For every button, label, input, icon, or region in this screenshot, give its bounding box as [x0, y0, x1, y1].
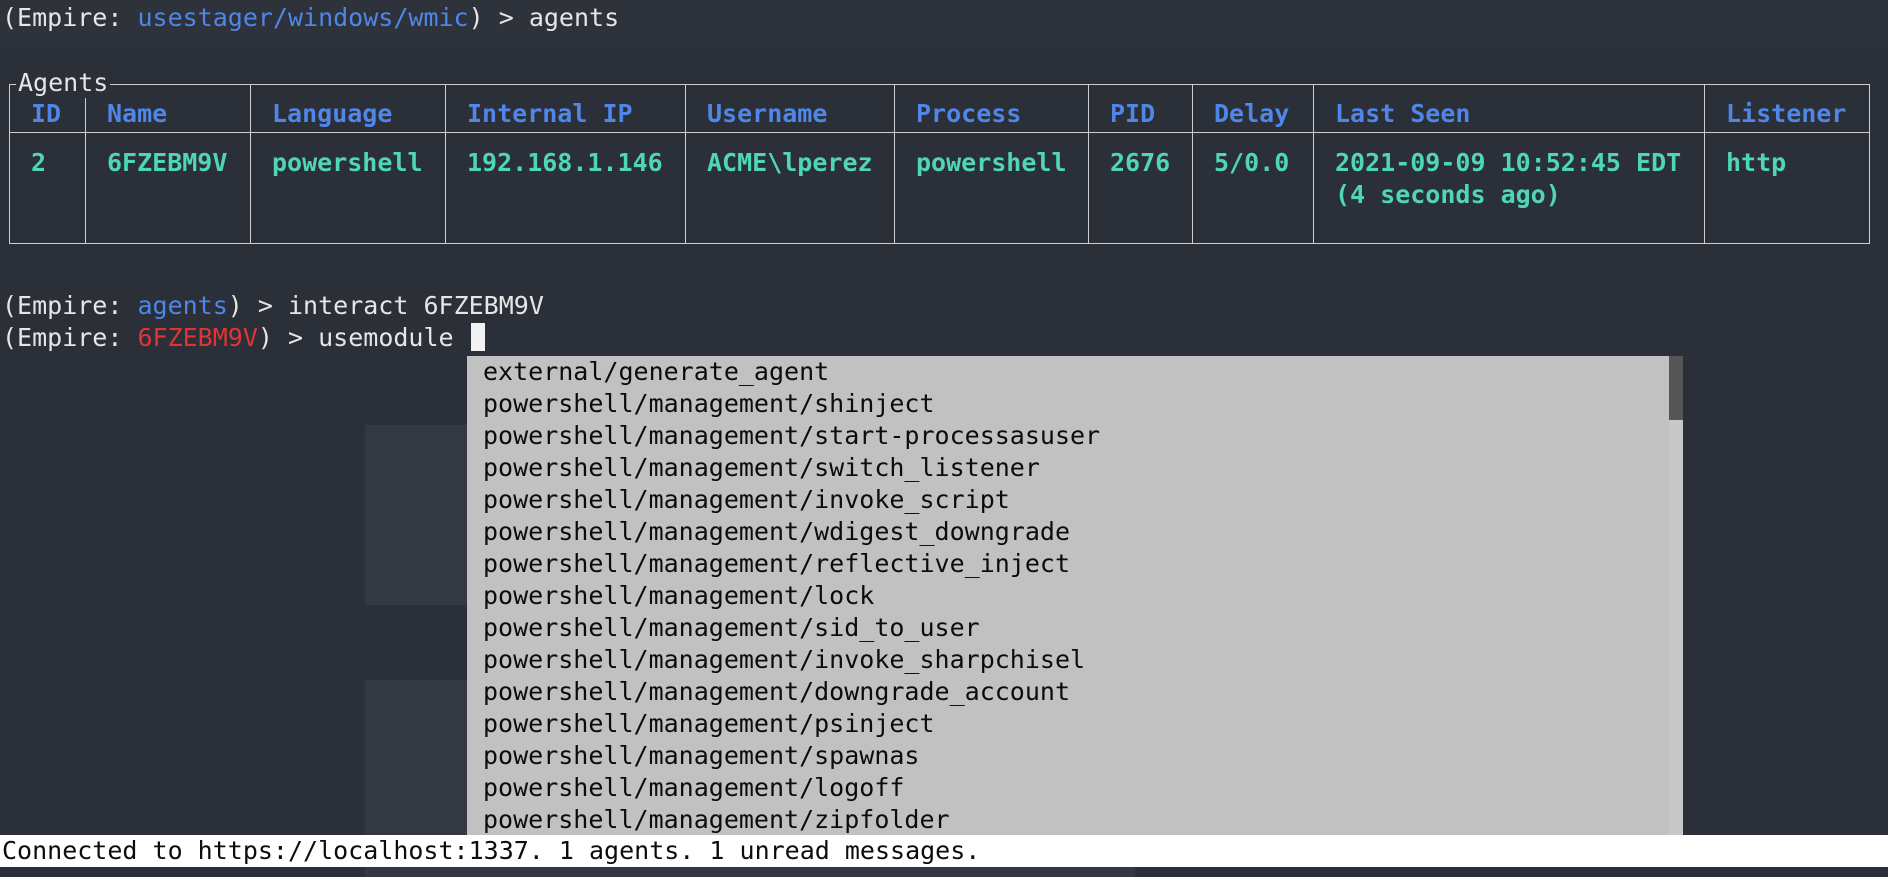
- status-bar: Connected to https://localhost:1337. 1 a…: [0, 835, 1888, 867]
- prompt-prefix: (Empire:: [2, 3, 138, 32]
- completion-item[interactable]: powershell/management/downgrade_account: [483, 676, 1070, 708]
- completion-scrollbar[interactable]: [1669, 356, 1683, 836]
- cell-internal-ip: 192.168.1.146: [445, 132, 686, 244]
- completion-item[interactable]: powershell/management/wdigest_downgrade: [483, 516, 1070, 548]
- prompt-command: agents: [528, 3, 620, 32]
- prompt-line-agents: (Empire: usestager/windows/wmic) > agent…: [2, 2, 619, 34]
- cell-id: 2: [9, 132, 86, 244]
- completion-item[interactable]: external/generate_agent: [483, 356, 829, 388]
- prompt-suffix: ) >: [257, 323, 319, 352]
- prompt-command: interact 6FZEBM9V: [288, 291, 544, 320]
- completion-item[interactable]: powershell/management/logoff: [483, 772, 904, 804]
- completion-item[interactable]: powershell/management/start-processasuse…: [483, 420, 1100, 452]
- prompt-prefix: (Empire:: [2, 291, 138, 320]
- cell-name: 6FZEBM9V: [85, 132, 251, 244]
- completion-item[interactable]: powershell/management/sid_to_user: [483, 612, 980, 644]
- prompt-suffix: ) >: [227, 291, 288, 320]
- completion-item[interactable]: powershell/management/lock: [483, 580, 874, 612]
- agents-table-title: Agents: [16, 68, 111, 98]
- completion-item[interactable]: powershell/management/invoke_sharpchisel: [483, 644, 1085, 676]
- header-listener: Listener: [1704, 84, 1870, 133]
- header-process: Process: [894, 84, 1089, 133]
- prompt-context-agent: 6FZEBM9V: [137, 323, 258, 352]
- header-internal-ip: Internal IP: [445, 84, 686, 133]
- status-text: Connected to https://localhost:1337. 1 a…: [2, 836, 981, 865]
- terminal-window[interactable]: (Empire: usestager/windows/wmic) > agent…: [0, 0, 1888, 877]
- header-pid: PID: [1088, 84, 1193, 133]
- cell-delay: 5/0.0: [1192, 132, 1314, 244]
- prompt-context: agents: [137, 291, 228, 320]
- prompt-line-usemodule[interactable]: (Empire: 6FZEBM9V) > usemodule: [2, 322, 485, 354]
- completion-item[interactable]: powershell/management/reflective_inject: [483, 548, 1070, 580]
- cell-process: powershell: [894, 132, 1089, 244]
- table-row: 2 6FZEBM9V powershell 192.168.1.146 ACME…: [9, 132, 1870, 244]
- completion-item[interactable]: powershell/management/zipfolder: [483, 804, 950, 836]
- completion-item[interactable]: powershell/management/psinject: [483, 708, 935, 740]
- prompt-suffix: ) >: [468, 3, 529, 32]
- completion-scrollbar-thumb[interactable]: [1669, 356, 1683, 420]
- completion-item[interactable]: powershell/management/switch_listener: [483, 452, 1040, 484]
- completion-item[interactable]: powershell/management/invoke_script: [483, 484, 1010, 516]
- cell-username: ACME\lperez: [685, 132, 895, 244]
- prompt-context: usestager/windows/wmic: [137, 3, 469, 32]
- cell-language: powershell: [250, 132, 446, 244]
- table-header-row: ID Name Language Internal IP Username Pr…: [9, 84, 1870, 133]
- completion-item[interactable]: powershell/management/shinject: [483, 388, 935, 420]
- prompt-line-interact: (Empire: agents) > interact 6FZEBM9V: [2, 290, 544, 322]
- completion-item[interactable]: powershell/management/spawnas: [483, 740, 920, 772]
- command-input[interactable]: usemodule: [318, 323, 469, 352]
- header-username: Username: [685, 84, 895, 133]
- text-cursor: [470, 323, 485, 351]
- cell-pid: 2676: [1088, 132, 1193, 244]
- autocomplete-menu[interactable]: external/generate_agent powershell/manag…: [467, 356, 1683, 836]
- prompt-prefix: (Empire:: [2, 323, 138, 352]
- cell-last-seen: 2021-09-09 10:52:45 EDT (4 seconds ago): [1313, 132, 1705, 244]
- agents-table: ID Name Language Internal IP Username Pr…: [9, 84, 1870, 244]
- header-delay: Delay: [1192, 84, 1314, 133]
- header-language: Language: [250, 84, 446, 133]
- header-last-seen: Last Seen: [1313, 84, 1705, 133]
- cell-listener: http: [1704, 132, 1870, 244]
